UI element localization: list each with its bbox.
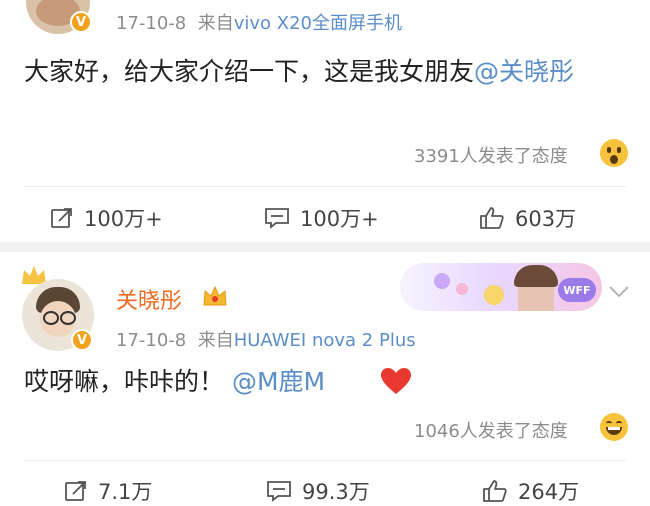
repost-button[interactable]: 7.1万	[64, 476, 152, 506]
chevron-down-icon[interactable]	[608, 285, 630, 299]
source-device[interactable]: vivo X20全面屏手机	[234, 13, 402, 34]
reaction-count[interactable]: 3391人发表了态度	[414, 142, 568, 168]
repost-icon	[51, 208, 72, 228]
post-text: 大家好，给大家介绍一下，这是我女朋友	[24, 57, 475, 86]
thumbs-up-icon	[483, 480, 507, 502]
mention-link[interactable]: @M鹿M	[232, 367, 325, 396]
post-meta: 17-10-8 来自vivo X20全面屏手机	[116, 9, 402, 35]
surprised-face-icon	[600, 139, 628, 167]
repost-button[interactable]: 100万+	[50, 203, 163, 233]
source-prefix: 来自	[197, 13, 234, 34]
post-content: 哎呀嘛，咔咔的！ @M鹿M	[24, 362, 624, 402]
comment-icon	[265, 208, 289, 229]
like-count: 264万	[518, 480, 580, 504]
verified-badge-icon: V	[70, 11, 92, 33]
username[interactable]: 关晓彤	[116, 283, 182, 315]
like-count: 603万	[515, 207, 577, 231]
post-meta: 17-10-8 来自HUAWEI nova 2 Plus	[116, 326, 416, 352]
verified-badge-icon: V	[71, 329, 93, 351]
comment-button[interactable]: 99.3万	[266, 476, 370, 506]
post-timestamp: 17-10-8	[116, 330, 187, 351]
like-button[interactable]: 264万	[482, 476, 579, 506]
mention-link[interactable]: @关晓彤	[474, 57, 574, 86]
feed-separator	[0, 242, 650, 252]
comment-button[interactable]: 100万+	[264, 203, 379, 233]
comment-count: 99.3万	[302, 480, 370, 504]
divider	[24, 186, 626, 187]
post-text: 哎呀嘛，咔咔的！	[24, 367, 225, 396]
source-device[interactable]: HUAWEI nova 2 Plus	[234, 330, 416, 351]
repost-count: 7.1万	[98, 480, 153, 504]
post-timestamp: 17-10-8	[116, 13, 187, 34]
wff-badge: WFF	[558, 278, 596, 302]
thumbs-up-icon	[480, 207, 504, 229]
like-button[interactable]: 603万	[479, 203, 576, 233]
member-crown-icon[interactable]	[202, 285, 228, 309]
source-prefix: 来自	[197, 330, 234, 351]
comment-count: 100万+	[300, 207, 379, 231]
post-content: 大家好，给大家介绍一下，这是我女朋友@关晓彤	[24, 52, 624, 92]
repost-count: 100万+	[84, 207, 163, 231]
comment-icon	[267, 481, 291, 502]
divider	[24, 460, 626, 461]
grinning-face-icon	[600, 413, 628, 441]
heart-icon	[381, 368, 411, 394]
repost-icon	[65, 481, 86, 501]
reaction-count[interactable]: 1046人发表了态度	[414, 417, 568, 443]
